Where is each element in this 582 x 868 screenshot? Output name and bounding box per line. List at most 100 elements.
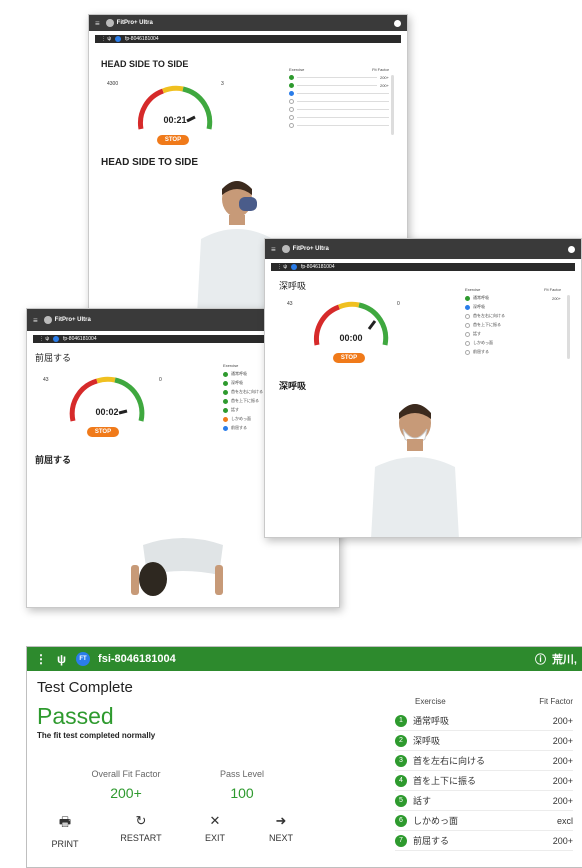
list-item [289, 115, 389, 120]
next-button[interactable]: ➜ NEXT [261, 813, 301, 843]
list-header-exercise: Exercise [465, 287, 481, 292]
close-icon: ✕ [209, 813, 221, 828]
status-dot [289, 75, 294, 80]
list-item-name: 通常呼吸 [473, 295, 489, 300]
row-exercise: 前屈する [413, 836, 450, 846]
exercise-caption: 深呼吸 [279, 381, 307, 391]
gauge-dial [137, 85, 213, 130]
right-value: 0 [397, 301, 400, 307]
menu-icon[interactable]: ≡ [271, 245, 276, 254]
row-number: 1 [395, 714, 407, 727]
row-fit-factor: 200+ [552, 835, 573, 846]
print-button[interactable]: 🖶 PRINT [45, 813, 85, 849]
info-icon[interactable] [394, 19, 401, 27]
status-dot [223, 371, 228, 377]
list-item-ff: 200+ [379, 75, 389, 80]
exit-label: EXIT [204, 833, 225, 843]
table-row: 7 前屈する 200+ [395, 831, 573, 851]
stop-button[interactable]: STOP [157, 135, 189, 145]
row-fit-factor: excl [556, 815, 573, 826]
device-id: fp-8046181004 [62, 336, 97, 342]
stop-button[interactable]: STOP [333, 353, 365, 363]
row-number: 3 [395, 754, 407, 767]
list-item-name: 話す [473, 331, 481, 336]
row-fit-factor: 200+ [552, 795, 573, 806]
right-value: 3 [221, 81, 224, 87]
table-row: 4 首を上下に振る 200+ [395, 771, 573, 791]
scrollbar[interactable] [567, 295, 570, 359]
list-item-name: 通常呼吸 [231, 371, 247, 376]
list-header: Exercise Fit Factor [289, 67, 389, 72]
stop-button[interactable]: STOP [87, 427, 119, 437]
table-row: 2 深呼吸 200+ [395, 731, 573, 751]
status-dot [223, 425, 228, 431]
logo-icon [281, 245, 290, 253]
info-icon[interactable] [568, 245, 575, 253]
more-icon[interactable]: ⋮ [35, 652, 47, 666]
overall-fit-factor: Overall Fit Factor 200+ [71, 769, 181, 801]
ft-badge: FT [76, 652, 91, 666]
app-name: FitPro+ Ultra [54, 317, 91, 323]
status-dot [465, 331, 470, 337]
list-header-exercise: Exercise [223, 363, 239, 368]
gauge-dial [313, 301, 389, 346]
row-fit-factor: 200+ [552, 735, 573, 746]
status-dot [465, 295, 470, 301]
person-illustration [371, 404, 459, 537]
list-item-name: 話す [231, 407, 239, 412]
list-item: 首を左右に向ける [465, 313, 561, 319]
list-item: 話す [465, 331, 561, 337]
exit-button[interactable]: ✕ EXIT [197, 813, 233, 843]
gauge: 00:21 [133, 77, 217, 137]
col-fit-factor: Fit Factor [539, 697, 573, 706]
status-dot [223, 416, 228, 422]
list-item: 通常呼吸 200+ [465, 295, 561, 301]
exercise-caption: 前屈する [35, 455, 72, 465]
list-header-ff: Fit Factor [544, 287, 561, 292]
app-logo: FitPro+ Ultra [43, 316, 91, 324]
title-bar: ≡ FitPro+ Ultra [89, 15, 407, 31]
restart-label: RESTART [120, 833, 162, 843]
person-bending-illustration [131, 538, 223, 596]
list-header: Exercise Fit Factor [465, 287, 561, 292]
gauge: 00:02 [67, 369, 147, 427]
app-logo: FitPro+ Ultra [281, 245, 329, 253]
list-item-name: 前屈する [473, 349, 489, 354]
device-id: fsi-8046181004 [98, 653, 176, 665]
device-badge [114, 36, 121, 42]
left-value: 43 [43, 377, 49, 383]
list-header-ff: Fit Factor [372, 67, 389, 72]
row-fit-factor: 200+ [552, 755, 573, 766]
table-row: 5 話す 200+ [395, 791, 573, 811]
row-exercise: 深呼吸 [413, 736, 441, 746]
app-name: FitPro+ Ultra [116, 20, 153, 26]
menu-icon[interactable]: ≡ [33, 316, 38, 325]
list-item-name: 首を左右に向ける [473, 313, 505, 318]
info-icon[interactable]: ⓘ [535, 651, 546, 667]
print-icon: 🖶 [58, 814, 72, 829]
left-value: 43 [287, 301, 293, 307]
scrollbar[interactable] [391, 75, 394, 135]
exercise-list: Exercise Fit Factor 200+ 200+ [289, 67, 389, 131]
restart-button[interactable]: ↻ RESTART [115, 813, 167, 843]
list-item-ff: 200+ [551, 295, 561, 301]
list-item: 前屈する [465, 349, 561, 355]
status-dot [465, 313, 470, 319]
list-item [289, 123, 389, 128]
device-badge [290, 264, 297, 270]
menu-icon[interactable]: ≡ [95, 19, 100, 28]
table-row: 1 通常呼吸 200+ [395, 711, 573, 731]
gauge-dial [69, 376, 145, 422]
stop-label: STOP [340, 355, 358, 361]
list-item-name: 深呼吸 [473, 304, 485, 309]
table-row: 6 しかめっ面 excl [395, 811, 573, 831]
overall-fit-factor-value: 200+ [110, 785, 142, 801]
arrow-right-icon: ➜ [275, 813, 287, 828]
gauge-timer: 00:21 [163, 115, 187, 125]
usb-icon: ⋮ ψ [39, 336, 49, 342]
list-item-name: しかめっ面 [473, 340, 493, 345]
right-value: 0 [159, 377, 162, 383]
table-row: 3 首を左右に向ける 200+ [395, 751, 573, 771]
overall-fit-factor-label: Overall Fit Factor [91, 769, 161, 779]
device-id: fp-8046181004 [300, 264, 335, 270]
